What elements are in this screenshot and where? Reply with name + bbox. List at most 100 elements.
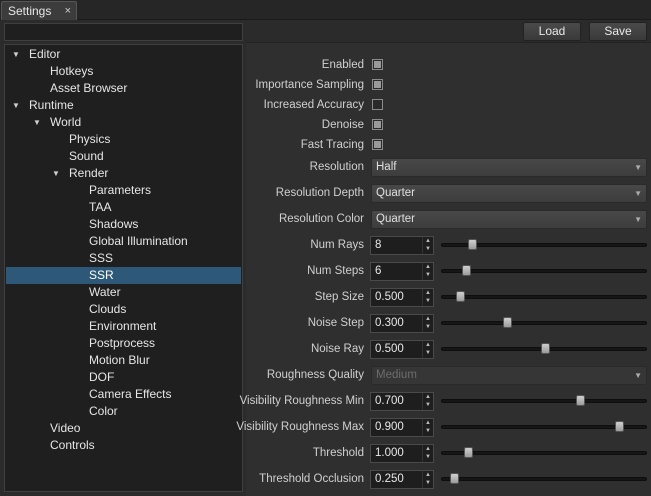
tab-settings[interactable]: Settings × bbox=[1, 1, 77, 20]
expand-arrow-icon[interactable]: ▼ bbox=[12, 97, 22, 114]
roughness-quality-value: Medium bbox=[376, 369, 417, 381]
tree-item-label: Clouds bbox=[89, 302, 127, 316]
denoise-checkbox[interactable] bbox=[372, 119, 383, 130]
num-rays-slider[interactable] bbox=[441, 239, 647, 250]
tree-item-asset-browser[interactable]: Asset Browser bbox=[6, 80, 241, 97]
num-rays-spinbox[interactable]: 8 ▲ ▼ bbox=[370, 236, 434, 255]
visibility-roughness-min-spinbox[interactable]: 0.700 ▲ ▼ bbox=[370, 392, 434, 411]
threshold-occlusion-value: 0.250 bbox=[375, 473, 404, 485]
expand-arrow-icon[interactable]: ▼ bbox=[33, 114, 43, 131]
spin-arrows-icon[interactable]: ▲ ▼ bbox=[422, 341, 433, 358]
denoise-label: Denoise bbox=[321, 119, 364, 131]
spin-arrows-icon[interactable]: ▲ ▼ bbox=[422, 237, 433, 254]
threshold-occlusion-slider[interactable] bbox=[441, 473, 647, 484]
tree-item-label: TAA bbox=[89, 200, 112, 214]
resolution-depth-select[interactable]: Quarter ▼ bbox=[371, 184, 647, 203]
tree-item-physics[interactable]: Physics bbox=[6, 131, 241, 148]
tree-item-dof[interactable]: DOF bbox=[6, 369, 241, 386]
slider-handle[interactable] bbox=[462, 265, 471, 276]
tree-item-controls[interactable]: Controls bbox=[6, 437, 241, 454]
threshold-occlusion-spinbox[interactable]: 0.250 ▲ ▼ bbox=[370, 470, 434, 489]
tree-item-world[interactable]: ▼ World bbox=[6, 114, 241, 131]
slider-handle[interactable] bbox=[456, 291, 465, 302]
search-input[interactable] bbox=[4, 23, 243, 41]
close-icon[interactable]: × bbox=[65, 5, 71, 17]
spin-arrows-icon[interactable]: ▲ ▼ bbox=[422, 315, 433, 332]
visibility-roughness-max-spinbox[interactable]: 0.900 ▲ ▼ bbox=[370, 418, 434, 437]
tree-item-video[interactable]: Video bbox=[6, 420, 241, 437]
spin-arrows-icon[interactable]: ▲ ▼ bbox=[422, 289, 433, 306]
enabled-checkbox[interactable] bbox=[372, 59, 383, 70]
threshold-label: Threshold bbox=[312, 447, 364, 459]
step-size-label: Step Size bbox=[314, 291, 364, 303]
tree-item-parameters[interactable]: Parameters bbox=[6, 182, 241, 199]
slider-handle[interactable] bbox=[468, 239, 477, 250]
visibility-roughness-min-value: 0.700 bbox=[375, 395, 404, 407]
noise-ray-value: 0.500 bbox=[375, 343, 404, 355]
tree-item-clouds[interactable]: Clouds bbox=[6, 301, 241, 318]
spin-arrows-icon[interactable]: ▲ ▼ bbox=[422, 263, 433, 280]
tree-item-sound[interactable]: Sound bbox=[6, 148, 241, 165]
load-button[interactable]: Load bbox=[523, 22, 581, 41]
tree-item-environment[interactable]: Environment bbox=[6, 318, 241, 335]
slider-handle[interactable] bbox=[541, 343, 550, 354]
tree-item-shadows[interactable]: Shadows bbox=[6, 216, 241, 233]
tree-item-sss[interactable]: SSS bbox=[6, 250, 241, 267]
noise-step-value: 0.300 bbox=[375, 317, 404, 329]
resolution-value: Half bbox=[376, 161, 397, 173]
visibility-roughness-max-slider[interactable] bbox=[441, 421, 647, 432]
resolution-depth-value: Quarter bbox=[376, 187, 415, 199]
threshold-occlusion-label: Threshold Occlusion bbox=[259, 473, 364, 485]
visibility-roughness-min-slider[interactable] bbox=[441, 395, 647, 406]
threshold-spinbox[interactable]: 1.000 ▲ ▼ bbox=[370, 444, 434, 463]
slider-handle[interactable] bbox=[450, 473, 459, 484]
tree-item-runtime[interactable]: ▼ Runtime bbox=[6, 97, 241, 114]
tab-settings-label: Settings bbox=[8, 4, 52, 18]
num-steps-spinbox[interactable]: 6 ▲ ▼ bbox=[370, 262, 434, 281]
tree-item-ssr[interactable]: SSR bbox=[6, 267, 241, 284]
save-button[interactable]: Save bbox=[589, 22, 647, 41]
slider-handle[interactable] bbox=[576, 395, 585, 406]
enabled-label: Enabled bbox=[321, 59, 364, 71]
tree-item-label: Physics bbox=[69, 132, 111, 146]
step-size-spinbox[interactable]: 0.500 ▲ ▼ bbox=[370, 288, 434, 307]
spin-arrows-icon[interactable]: ▲ ▼ bbox=[422, 445, 433, 462]
tree-item-label: World bbox=[50, 115, 82, 129]
tree-item-water[interactable]: Water bbox=[6, 284, 241, 301]
slider-handle[interactable] bbox=[615, 421, 624, 432]
increased-accuracy-checkbox[interactable] bbox=[372, 99, 383, 110]
spin-arrows-icon[interactable]: ▲ ▼ bbox=[422, 419, 433, 436]
tree-item-global-illumination[interactable]: Global Illumination bbox=[6, 233, 241, 250]
threshold-slider[interactable] bbox=[441, 447, 647, 458]
chevron-down-icon: ▼ bbox=[634, 215, 642, 224]
resolution-color-select[interactable]: Quarter ▼ bbox=[371, 210, 647, 229]
slider-handle[interactable] bbox=[464, 447, 473, 458]
tree-item-color[interactable]: Color bbox=[6, 403, 241, 420]
tree-item-render[interactable]: ▼ Render bbox=[6, 165, 241, 182]
num-steps-slider[interactable] bbox=[441, 265, 647, 276]
step-size-slider[interactable] bbox=[441, 291, 647, 302]
resolution-select[interactable]: Half ▼ bbox=[371, 158, 647, 177]
noise-ray-spinbox[interactable]: 0.500 ▲ ▼ bbox=[370, 340, 434, 359]
num-steps-label: Num Steps bbox=[307, 265, 364, 277]
num-steps-value: 6 bbox=[375, 265, 382, 277]
tree-item-editor[interactable]: ▼ Editor bbox=[6, 46, 241, 63]
tree-item-taa[interactable]: TAA bbox=[6, 199, 241, 216]
noise-step-slider[interactable] bbox=[441, 317, 647, 328]
resolution-color-label: Resolution Color bbox=[278, 213, 364, 225]
slider-handle[interactable] bbox=[503, 317, 512, 328]
expand-arrow-icon[interactable]: ▼ bbox=[12, 46, 22, 63]
step-size-value: 0.500 bbox=[375, 291, 404, 303]
spin-arrows-icon[interactable]: ▲ ▼ bbox=[422, 393, 433, 410]
tree-item-motion-blur[interactable]: Motion Blur bbox=[6, 352, 241, 369]
tree-item-camera-effects[interactable]: Camera Effects bbox=[6, 386, 241, 403]
tree-item-postprocess[interactable]: Postprocess bbox=[6, 335, 241, 352]
tree-item-hotkeys[interactable]: Hotkeys bbox=[6, 63, 241, 80]
spin-arrows-icon[interactable]: ▲ ▼ bbox=[422, 471, 433, 488]
noise-step-spinbox[interactable]: 0.300 ▲ ▼ bbox=[370, 314, 434, 333]
importance-sampling-checkbox[interactable] bbox=[372, 79, 383, 90]
tab-bar: Settings × bbox=[0, 0, 651, 20]
noise-ray-slider[interactable] bbox=[441, 343, 647, 354]
expand-arrow-icon[interactable]: ▼ bbox=[52, 165, 62, 182]
fast-tracing-checkbox[interactable] bbox=[372, 139, 383, 150]
